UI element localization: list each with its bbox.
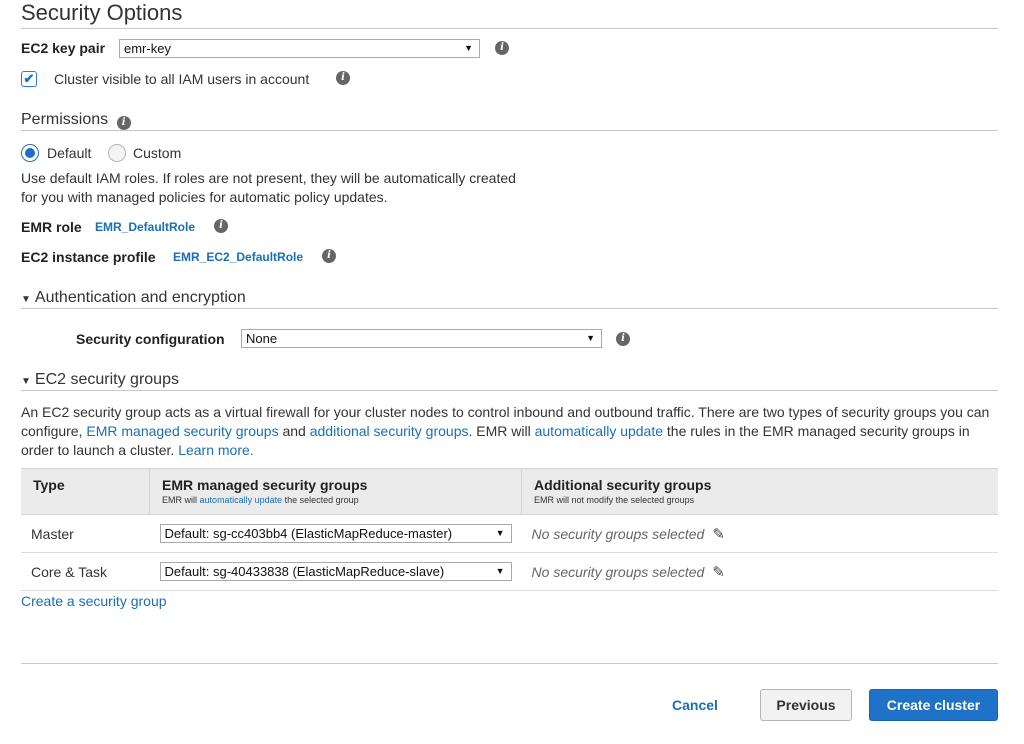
column-type-label: Type bbox=[33, 477, 65, 493]
sg-desc-text: . EMR will bbox=[468, 423, 535, 439]
emr-role-label: EMR role bbox=[21, 219, 82, 235]
chevron-down-icon: ▼ bbox=[464, 43, 473, 53]
row-managed-cell: Default: sg-40433838 (ElasticMapReduce-s… bbox=[149, 552, 522, 591]
security-config-label: Security configuration bbox=[76, 331, 225, 347]
column-header-type: Type bbox=[21, 468, 150, 515]
key-pair-select[interactable]: emr-key ▼ bbox=[119, 39, 480, 58]
caret-down-icon: ▼ bbox=[21, 376, 31, 387]
automatically-update-link[interactable]: automatically update bbox=[535, 423, 663, 439]
table-header-row: Type EMR managed security groups EMR wil… bbox=[21, 468, 998, 515]
create-security-group-link[interactable]: Create a security group bbox=[21, 593, 167, 609]
table-row-master: Master Default: sg-cc403bb4 (ElasticMapR… bbox=[21, 514, 998, 553]
previous-button[interactable]: Previous bbox=[760, 689, 852, 721]
info-icon[interactable]: i bbox=[336, 71, 350, 85]
row-managed-cell: Default: sg-cc403bb4 (ElasticMapReduce-m… bbox=[149, 514, 522, 553]
column-header-managed: EMR managed security groups EMR will aut… bbox=[149, 468, 522, 515]
security-config-value: None bbox=[246, 331, 278, 346]
chevron-down-icon: ▼ bbox=[586, 333, 595, 343]
master-additional-sg-value: No security groups selected bbox=[531, 525, 705, 542]
radio-custom[interactable] bbox=[108, 144, 126, 162]
table-row-core-task: Core & Task Default: sg-40433838 (Elasti… bbox=[21, 552, 998, 591]
row-additional-cell: No security groups selected ✎ bbox=[521, 552, 998, 591]
divider bbox=[21, 28, 998, 29]
chevron-down-icon: ▼ bbox=[495, 566, 505, 576]
security-config-select[interactable]: None ▼ bbox=[241, 329, 602, 348]
auth-section-toggle[interactable]: ▼ Authentication and encryption bbox=[21, 289, 246, 307]
caret-down-icon: ▼ bbox=[21, 294, 31, 305]
security-groups-table: Type EMR managed security groups EMR wil… bbox=[21, 468, 998, 591]
sg-description: An EC2 security group acts as a virtual … bbox=[21, 403, 996, 460]
instance-profile-link[interactable]: EMR_EC2_DefaultRole bbox=[173, 250, 303, 264]
core-task-managed-sg-select[interactable]: Default: sg-40433838 (ElasticMapReduce-s… bbox=[159, 562, 512, 581]
create-cluster-button[interactable]: Create cluster bbox=[869, 689, 998, 721]
core-task-managed-sg-value: Default: sg-40433838 (ElasticMapReduce-s… bbox=[164, 564, 445, 579]
chevron-down-icon: ▼ bbox=[495, 528, 505, 538]
column-additional-label: Additional security groups bbox=[534, 477, 712, 493]
info-icon[interactable]: i bbox=[616, 332, 630, 346]
emr-managed-sg-link[interactable]: EMR managed security groups bbox=[86, 423, 278, 439]
row-type-cell: Core & Task bbox=[21, 552, 150, 591]
column-header-additional: Additional security groups EMR will not … bbox=[521, 468, 998, 515]
pencil-icon[interactable]: ✎ bbox=[712, 525, 725, 543]
master-managed-sg-value: Default: sg-cc403bb4 (ElasticMapReduce-m… bbox=[164, 526, 453, 541]
info-icon[interactable]: i bbox=[214, 219, 228, 233]
permissions-description-line2: for you with managed policies for automa… bbox=[21, 189, 388, 205]
instance-profile-label: EC2 instance profile bbox=[21, 249, 156, 265]
radio-default[interactable] bbox=[21, 144, 39, 162]
visible-all-checkbox[interactable]: ✔ bbox=[21, 71, 37, 87]
divider bbox=[21, 130, 998, 131]
pencil-icon[interactable]: ✎ bbox=[712, 563, 725, 581]
divider bbox=[21, 308, 998, 309]
additional-sg-link[interactable]: additional security groups bbox=[310, 423, 469, 439]
column-managed-sub: EMR will automatically update the select… bbox=[162, 495, 509, 505]
key-pair-label: EC2 key pair bbox=[21, 40, 106, 56]
column-managed-sub-text: EMR will bbox=[162, 495, 200, 505]
permissions-title: Permissions i bbox=[21, 111, 131, 130]
radio-default-label: Default bbox=[47, 145, 92, 161]
footer-divider bbox=[21, 663, 998, 664]
sg-section-title: EC2 security groups bbox=[34, 371, 179, 388]
column-managed-label: EMR managed security groups bbox=[162, 477, 368, 493]
info-icon[interactable]: i bbox=[322, 249, 336, 263]
permissions-title-text: Permissions bbox=[21, 111, 109, 128]
emr-role-link[interactable]: EMR_DefaultRole bbox=[95, 220, 195, 234]
column-additional-sub: EMR will not modify the selected groups bbox=[534, 495, 695, 505]
cancel-button[interactable]: Cancel bbox=[662, 690, 728, 722]
sg-section-toggle[interactable]: ▼ EC2 security groups bbox=[21, 371, 179, 389]
master-managed-sg-select[interactable]: Default: sg-cc403bb4 (ElasticMapReduce-m… bbox=[159, 524, 512, 543]
visible-all-label: Cluster visible to all IAM users in acco… bbox=[54, 71, 310, 87]
column-managed-sub-text: the selected group bbox=[282, 495, 359, 505]
auth-section-title: Authentication and encryption bbox=[34, 289, 246, 306]
page-title: Security Options bbox=[21, 0, 183, 25]
info-icon[interactable]: i bbox=[495, 41, 509, 55]
permissions-description-line1: Use default IAM roles. If roles are not … bbox=[21, 170, 516, 186]
automatically-update-link[interactable]: automatically update bbox=[200, 495, 283, 505]
sg-desc-text: and bbox=[278, 423, 310, 439]
row-additional-cell: No security groups selected ✎ bbox=[521, 514, 998, 553]
info-icon[interactable]: i bbox=[116, 116, 131, 130]
checkmark-icon: ✔ bbox=[23, 71, 35, 86]
key-pair-value: emr-key bbox=[124, 41, 171, 56]
row-type-cell: Master bbox=[21, 514, 150, 553]
divider bbox=[21, 390, 998, 391]
learn-more-link[interactable]: Learn more. bbox=[178, 442, 253, 458]
radio-custom-label: Custom bbox=[133, 145, 182, 161]
core-task-additional-sg-value: No security groups selected bbox=[531, 563, 705, 580]
